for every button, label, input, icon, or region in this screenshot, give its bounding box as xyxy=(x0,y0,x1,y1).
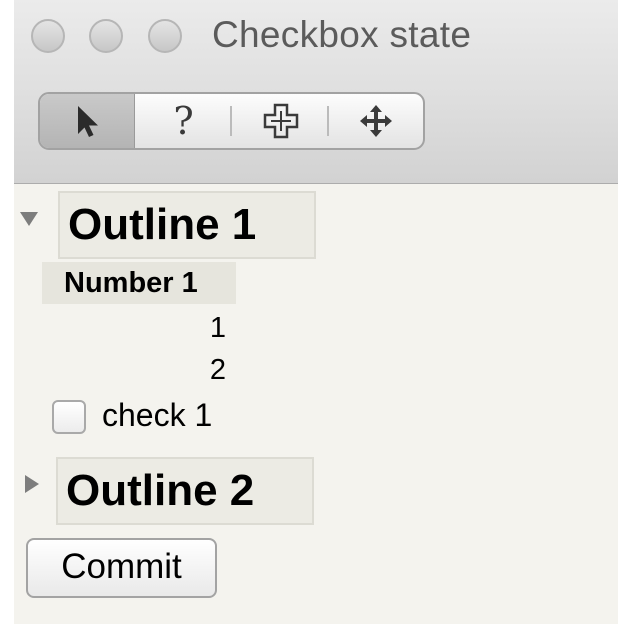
question-mark-icon: ? xyxy=(173,99,194,143)
outline-1-title: Outline 1 xyxy=(68,200,257,249)
number-row-1: 1 xyxy=(209,312,226,344)
check-1-checkbox[interactable] xyxy=(52,400,86,434)
outline-2-header[interactable]: Outline 2 xyxy=(56,457,314,525)
move-tool-button[interactable] xyxy=(329,94,423,148)
outline-2-title: Outline 2 xyxy=(66,466,255,515)
tool-selector: ? xyxy=(38,92,425,150)
outline-1-header[interactable]: Outline 1 xyxy=(58,191,316,259)
window-title: Checkbox state xyxy=(212,14,472,55)
crosshair-tool-button[interactable] xyxy=(232,94,329,148)
number-column-header: Number 1 xyxy=(42,262,236,304)
pointer-tool-button[interactable] xyxy=(40,94,135,148)
commit-button[interactable]: Commit xyxy=(26,538,217,598)
check-1-label[interactable]: check 1 xyxy=(102,397,212,434)
plus-crosshair-icon xyxy=(263,103,298,139)
app-window: Checkbox state ? Outline 1 Number 1 1 2 … xyxy=(14,0,618,624)
close-window-button[interactable] xyxy=(31,19,65,53)
four-way-arrow-icon xyxy=(360,105,392,137)
help-tool-button[interactable]: ? xyxy=(135,94,232,148)
number-row-2: 2 xyxy=(209,354,226,386)
outline-view: Outline 1 Number 1 1 2 check 1 Outline 2… xyxy=(14,184,618,624)
disclosure-triangle-collapsed-icon[interactable] xyxy=(25,475,39,493)
minimize-window-button[interactable] xyxy=(89,19,123,53)
arrow-pointer-icon xyxy=(78,106,98,137)
zoom-window-button[interactable] xyxy=(148,19,182,53)
title-bar: Checkbox state ? xyxy=(14,0,618,184)
disclosure-triangle-expanded-icon[interactable] xyxy=(20,212,38,226)
